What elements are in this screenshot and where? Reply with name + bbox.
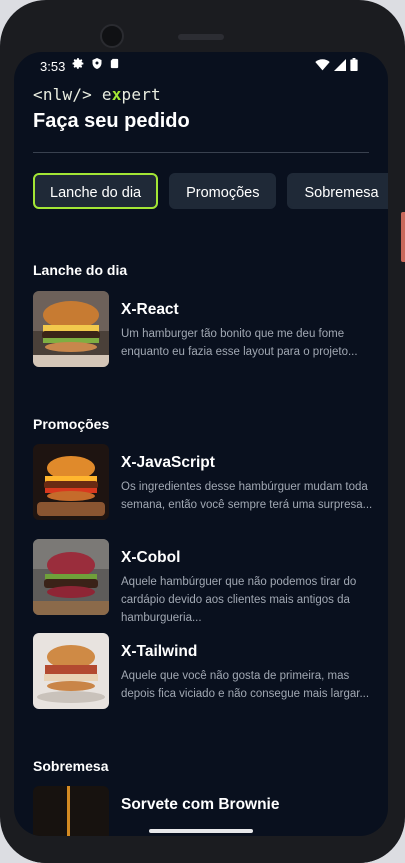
tab-sobremesa[interactable]: Sobremesa: [287, 173, 388, 209]
phone-frame: 3:53 <nlw/> expert Faça seu pedido Lanch…: [0, 0, 405, 863]
status-time: 3:53: [40, 59, 66, 74]
item-description: Um hamburger tão bonito que me deu fome …: [121, 328, 358, 358]
logo-e: e: [101, 85, 112, 104]
item-description: Os ingredientes desse hambúrguer mudam t…: [121, 481, 373, 511]
sd-card-icon: [110, 58, 119, 69]
power-button: [401, 212, 405, 262]
nlw-expert-logo: <nlw/> expert: [33, 85, 161, 104]
section-title-sobremesa: Sobremesa: [33, 758, 109, 774]
burger-image: [33, 444, 109, 520]
battery-icon: [350, 58, 358, 71]
item-title: X-JavaScript: [121, 454, 215, 471]
dessert-image: [33, 786, 109, 836]
wifi-icon: [315, 58, 330, 70]
item-title: X-Cobol: [121, 549, 181, 566]
cellular-icon: [334, 58, 346, 71]
category-tabs: Lanche do dia Promoções Sobremesa: [33, 173, 388, 209]
item-title: X-React: [121, 301, 179, 318]
home-indicator[interactable]: [149, 829, 253, 833]
logo-x: x: [111, 85, 122, 104]
settings-gear-icon: [72, 58, 84, 69]
item-description: Aquele que você não gosta de primeira, m…: [121, 670, 370, 700]
camera-icon: [100, 24, 124, 48]
item-title: X-Tailwind: [121, 643, 198, 660]
page-title: Faça seu pedido: [33, 110, 190, 132]
burger-image: [33, 291, 109, 367]
section-title-lanche-do-dia: Lanche do dia: [33, 262, 128, 278]
section-title-promocoes: Promoções: [33, 416, 110, 432]
speaker-grille: [178, 34, 224, 40]
tab-lanche-do-dia[interactable]: Lanche do dia: [33, 173, 159, 209]
app-screen: 3:53 <nlw/> expert Faça seu pedido Lanch…: [14, 52, 388, 836]
logo-rest: pert: [121, 85, 161, 104]
burger-image: [33, 539, 109, 615]
phone-bottom-edge: [0, 836, 405, 863]
item-title: Sorvete com Brownie: [121, 796, 280, 813]
shield-icon: [92, 58, 102, 69]
tab-promocoes[interactable]: Promoções: [169, 173, 277, 209]
burger-image: [33, 633, 109, 709]
status-bar: 3:53: [14, 52, 388, 80]
header-divider: [33, 152, 369, 153]
logo-prefix: <nlw/>: [33, 85, 92, 104]
item-description: Aquele hambúrguer que não podemos tirar …: [121, 576, 357, 624]
